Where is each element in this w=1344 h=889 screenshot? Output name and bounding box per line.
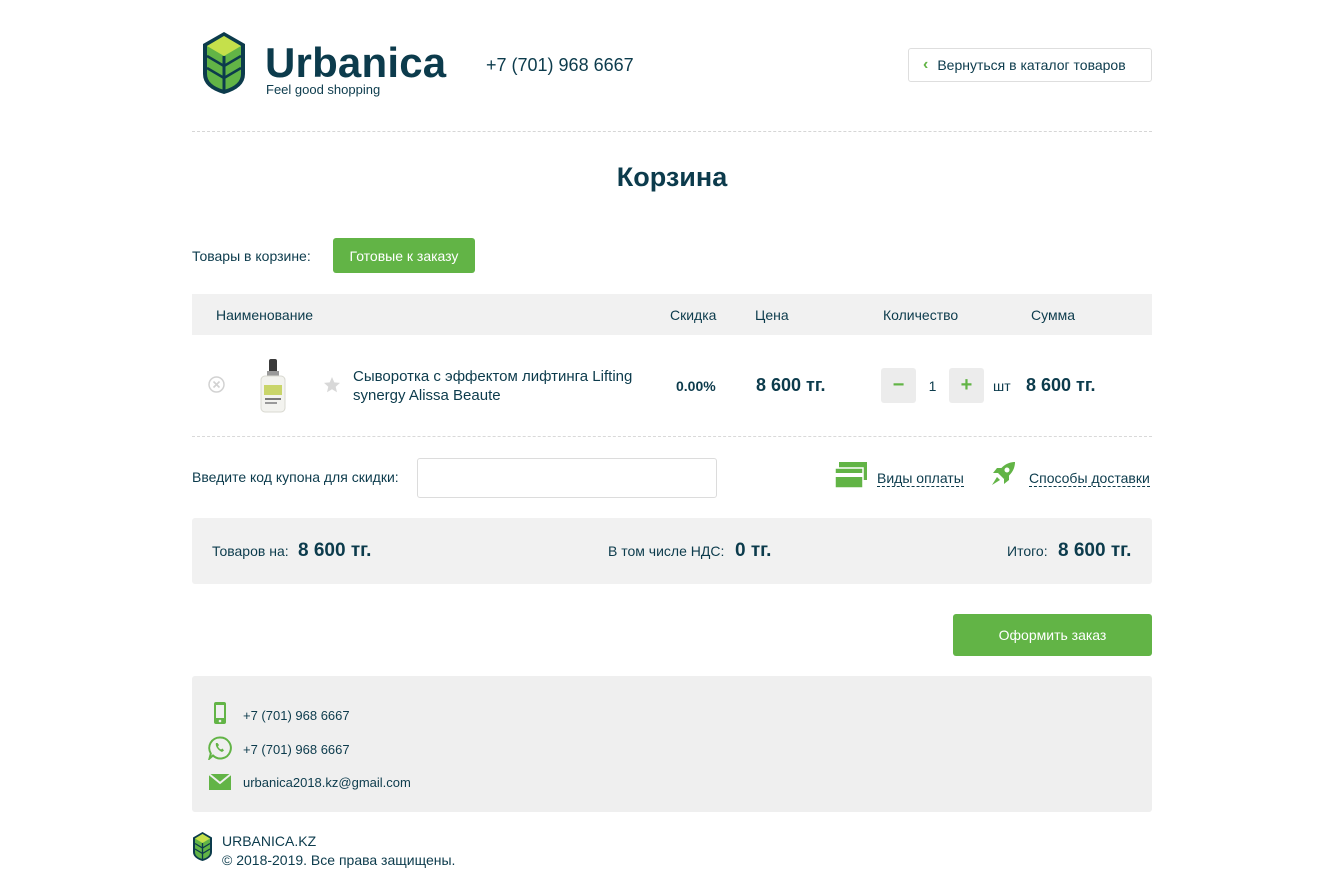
quantity-input[interactable] [916, 368, 949, 403]
back-to-catalog-button[interactable]: ‹ Вернуться в каталог товаров [908, 48, 1152, 82]
product-name[interactable]: Сыворотка с эффектом лифтинга Lifting sy… [353, 367, 653, 405]
col-name: Наименование [216, 307, 314, 323]
quantity-decrease-button[interactable]: − [881, 368, 916, 403]
vat-value: 0 тг. [735, 540, 772, 561]
plus-icon: + [960, 374, 973, 396]
grand-total-value: 8 600 тг. [1058, 540, 1132, 561]
phone-icon [214, 702, 226, 724]
coupon-input[interactable] [417, 458, 717, 498]
vat-label: В том числе НДС: [608, 543, 725, 559]
col-sum: Сумма [1031, 307, 1075, 323]
quantity-unit: шт [993, 378, 1011, 394]
payment-methods-link[interactable]: Виды оплаты [877, 470, 964, 487]
header-phone[interactable]: +7 (701) 968 6667 [486, 55, 634, 76]
logo-icon[interactable] [201, 30, 247, 96]
ready-to-order-tab[interactable]: Готовые к заказу [333, 238, 475, 273]
back-to-catalog-label: Вернуться в каталог товаров [937, 57, 1126, 73]
chevron-left-icon: ‹ [923, 56, 929, 73]
grand-total-label: Итого: [1007, 543, 1048, 559]
goods-total-label: Товаров на: [212, 543, 289, 559]
col-quantity: Количество [883, 307, 959, 323]
remove-icon[interactable] [208, 376, 225, 393]
item-discount: 0.00% [676, 378, 716, 394]
col-price: Цена [755, 307, 789, 323]
page-title: Корзина [616, 162, 728, 192]
coupon-label: Введите код купона для скидки: [192, 469, 399, 485]
totals-panel: Товаров на: 8 600 тг. В том числе НДС: 0… [192, 518, 1152, 584]
cart-table-header: Наименование Скидка Цена Количество Сумм… [192, 294, 1152, 335]
contact-phone[interactable]: +7 (701) 968 6667 [243, 708, 350, 723]
whatsapp-icon [208, 736, 232, 760]
delivery-methods-link[interactable]: Способы доставки [1029, 470, 1150, 487]
rocket-icon [992, 462, 1015, 485]
brand-name: Urbanica [265, 39, 447, 86]
footer-site[interactable]: URBANICA.KZ [222, 833, 316, 849]
footer-logo-icon[interactable] [192, 831, 213, 862]
row-divider [192, 436, 1152, 437]
col-discount: Скидка [670, 307, 717, 323]
star-icon[interactable] [323, 376, 341, 394]
quantity-increase-button[interactable]: + [949, 368, 984, 403]
contact-email[interactable]: urbanica2018.kz@gmail.com [243, 775, 411, 790]
goods-total-value: 8 600 тг. [298, 540, 372, 561]
product-image[interactable] [240, 351, 306, 419]
mail-icon [208, 773, 232, 790]
item-price: 8 600 тг. [756, 375, 826, 395]
payment-cards-icon [835, 462, 867, 488]
header-divider [192, 131, 1152, 132]
minus-icon: − [892, 374, 905, 396]
item-sum: 8 600 тг. [1026, 375, 1096, 395]
brand-tagline: Feel good shopping [266, 82, 381, 97]
checkout-button[interactable]: Оформить заказ [953, 614, 1152, 656]
contacts-panel: +7 (701) 968 6667 +7 (701) 968 6667 urba… [192, 676, 1152, 812]
footer-copyright: © 2018-2019. Все права защищены. [222, 852, 456, 868]
contact-whatsapp[interactable]: +7 (701) 968 6667 [243, 742, 350, 757]
cart-label: Товары в корзине: [192, 248, 311, 264]
